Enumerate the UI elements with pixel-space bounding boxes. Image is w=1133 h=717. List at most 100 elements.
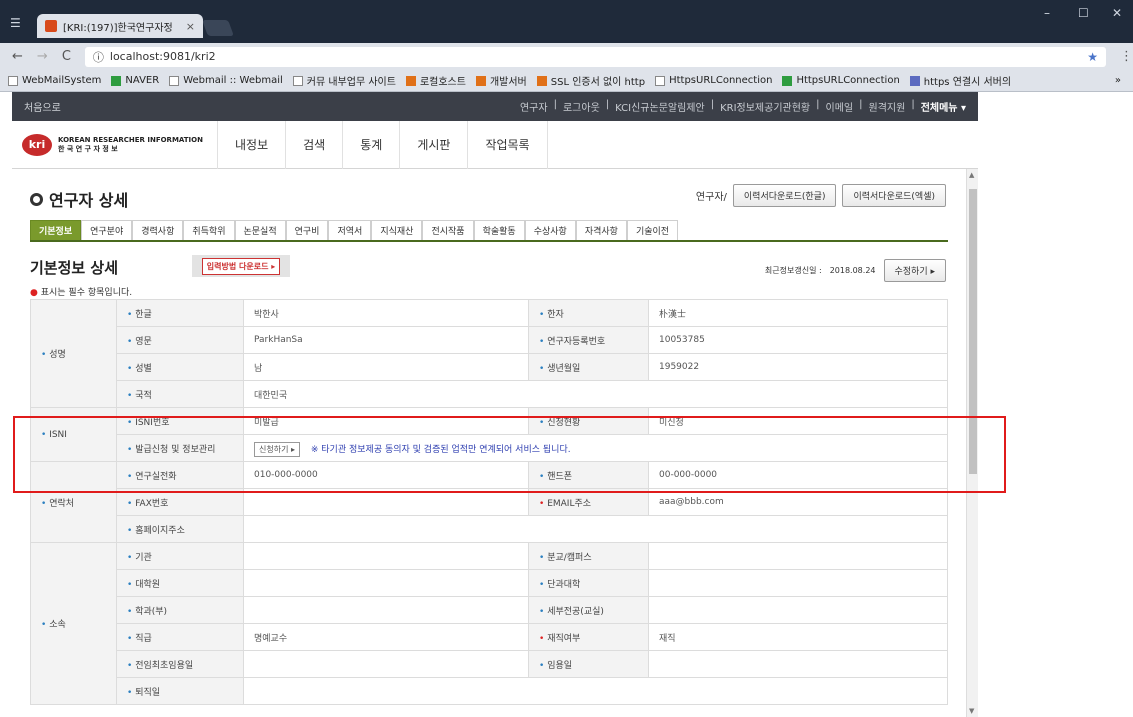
table-row: • 대학원 • 단과대학 [31, 569, 948, 597]
tab[interactable]: 경력사항 [132, 220, 184, 240]
download-guide-button[interactable]: 입력방법 다운로드 ▸ [201, 257, 281, 275]
bookmark-item[interactable]: 커뮤 내부업무 사이트 [292, 73, 396, 88]
page-icon [655, 75, 666, 86]
bookmark-item[interactable]: 로컬호스트 [405, 73, 466, 88]
page-scrollbar[interactable]: ▲ ▼ [966, 169, 978, 717]
role-label: 연구자/ [695, 192, 727, 203]
chrome-more-icon[interactable]: ⋮ [1120, 49, 1133, 64]
address-text: localhost:9081/kri2 [109, 50, 216, 63]
naver-icon [111, 75, 122, 86]
table-row: • 성별 남 • 생년월일 1959022 [31, 353, 948, 381]
basic-info-table: • 성명 • 한글 박한사 • 한자 朴漢士 • 영문 ParkHanSa • … [30, 299, 948, 705]
bookmark-item[interactable]: https 연결시 서버의 [909, 73, 1011, 88]
back-icon[interactable]: ← [12, 49, 23, 64]
scroll-up-icon[interactable]: ▲ [969, 171, 974, 179]
tab-basic-info[interactable]: 기본정보 [30, 220, 82, 240]
bookmark-item[interactable]: WebMailSystem [8, 75, 101, 86]
topbar-link[interactable]: KRI정보제공기관현황 [720, 99, 810, 114]
download-cv-hangul-button[interactable]: 이력서다운로드(한글) [732, 184, 837, 207]
required-dot-icon: ● [30, 288, 38, 298]
home-link[interactable]: 처음으로 [24, 99, 61, 114]
topbar-link[interactable]: 연구자 [520, 99, 548, 114]
tab[interactable]: 저역서 [328, 220, 372, 240]
table-row: • 연락처 • 연구실전화 010-000-0000 • 핸드폰 00-000-… [30, 461, 948, 543]
topbar-link[interactable]: 원격지원 [869, 99, 906, 114]
topbar-link[interactable]: KCI신규논문알림제안 [615, 99, 705, 114]
group-contact: • 연락처 [30, 461, 117, 543]
download-cv-excel-button[interactable]: 이력서다운로드(엑셀) [842, 184, 946, 207]
browser-titlebar: ☰ [KRI:(197)]한국연구자정 × – ☐ ✕ [0, 0, 1133, 43]
edit-button[interactable]: 수정하기 ▸ [883, 259, 946, 282]
kri-logo-mark: kri [22, 133, 52, 156]
browser-tab[interactable]: [KRI:(197)]한국연구자정 × [37, 14, 203, 38]
regno-value: 10053785 [648, 326, 948, 354]
site-icon [782, 75, 793, 86]
gnb-item[interactable]: 통계 [342, 120, 399, 169]
main-content: 연구자 상세 연구자/ 이력서다운로드(한글) 이력서다운로드(엑셀) 기본정보… [12, 169, 966, 717]
bookmark-item[interactable]: Webmail :: Webmail [169, 75, 283, 86]
topbar-link[interactable]: 이메일 [826, 99, 854, 114]
table-row: • 홈페이지주소 [31, 515, 948, 543]
table-row: • 영문 ParkHanSa • 연구자등록번호 10053785 [31, 326, 948, 354]
info-icon[interactable]: ⓘ [93, 49, 104, 65]
isni-value: 미발급 [243, 407, 529, 435]
sex-value: 남 [243, 353, 529, 381]
close-window-button[interactable]: ✕ [1112, 6, 1122, 20]
gnb-item[interactable]: 작업목록 [467, 120, 548, 169]
tab[interactable]: 자격사항 [575, 220, 627, 240]
new-tab-button[interactable] [202, 20, 234, 36]
group-name: • 성명 [30, 299, 117, 408]
isni-apply-button[interactable]: 신청하기 ▸ [254, 441, 300, 457]
tab[interactable]: 연구분야 [81, 220, 133, 240]
rank-value: 명예교수 [243, 623, 529, 651]
scroll-down-icon[interactable]: ▼ [969, 707, 974, 715]
tab[interactable]: 지식재산 [371, 220, 423, 240]
tab[interactable]: 취득학위 [183, 220, 235, 240]
bookmark-item[interactable]: HttpsURLConnection [655, 75, 772, 86]
page-icon [169, 75, 180, 86]
forward-icon[interactable]: → [37, 49, 48, 64]
scroll-thumb[interactable] [969, 189, 977, 474]
bookmark-item[interactable]: NAVER [111, 75, 159, 86]
browser-navbar: ← → C ⓘ localhost:9081/kri2 ★ ⋮ [0, 43, 1133, 70]
gnb-item[interactable]: 검색 [285, 120, 342, 169]
kri-logo[interactable]: kri KOREAN RESEARCHER INFORMATION 한 국 연 … [12, 133, 217, 156]
bookmarks-more-icon[interactable]: » [1115, 75, 1133, 86]
bookmark-item[interactable]: 개발서버 [475, 73, 527, 88]
tab[interactable]: 학술활동 [473, 220, 525, 240]
maximize-button[interactable]: ☐ [1078, 6, 1089, 20]
download-guide-box: 입력방법 다운로드 ▸ [192, 255, 290, 277]
tab-close-icon[interactable]: × [186, 20, 195, 33]
tab[interactable]: 전시작품 [422, 220, 474, 240]
isni-notice: ※ 타기관 정보제공 동의자 및 검증된 업적만 연계되어 서비스 됩니다. [310, 444, 571, 455]
table-row: • FAX번호 • EMAIL주소 aaa@bbb.com [31, 488, 948, 516]
table-row: • ISNI • ISNI번호 미발급 • 신청현황 미신청 [30, 407, 948, 462]
required-note: ● 표시는 필수 항목입니다. [30, 288, 133, 298]
apply-status-value: 미신청 [648, 407, 948, 435]
topbar-link[interactable]: 로그아웃 [563, 99, 600, 114]
web-page: 처음으로 연구자 | 로그아웃 | KCI신규논문알림제안 | KRI정보제공기관현황… [0, 92, 1133, 717]
status-value: 재직 [648, 623, 948, 651]
group-isni: • ISNI [30, 407, 117, 462]
reload-icon[interactable]: C [62, 49, 71, 64]
logo-line1: KOREAN RESEARCHER INFORMATION [58, 135, 203, 144]
section-title: 기본정보 상세 [30, 259, 119, 277]
all-menu-link[interactable]: 전체메뉴 ▾ [921, 99, 966, 114]
tab[interactable]: 논문실적 [234, 220, 286, 240]
chrome-menu-icon[interactable]: ☰ [10, 16, 21, 30]
bookmark-item[interactable]: SSL 인증서 없이 http [536, 73, 645, 88]
bookmark-item[interactable]: HttpsURLConnection [782, 75, 900, 86]
address-bar[interactable]: ⓘ localhost:9081/kri2 ★ [84, 46, 1106, 67]
star-icon[interactable]: ★ [1087, 50, 1098, 64]
updated-label: 최근정보갱신일 : [764, 266, 822, 275]
table-row: • 전임최초임용일 • 임용일 [31, 650, 948, 678]
gnb-item[interactable]: 내정보 [217, 120, 285, 169]
mobile-value: 00-000-0000 [648, 461, 948, 489]
site-icon [536, 75, 547, 86]
tab[interactable]: 연구비 [285, 220, 329, 240]
minimize-button[interactable]: – [1044, 6, 1050, 20]
gnb-item[interactable]: 게시판 [399, 120, 467, 169]
page-title: 연구자 상세 [30, 187, 128, 211]
tab[interactable]: 수상사항 [524, 220, 576, 240]
tab[interactable]: 기술이전 [626, 220, 679, 240]
